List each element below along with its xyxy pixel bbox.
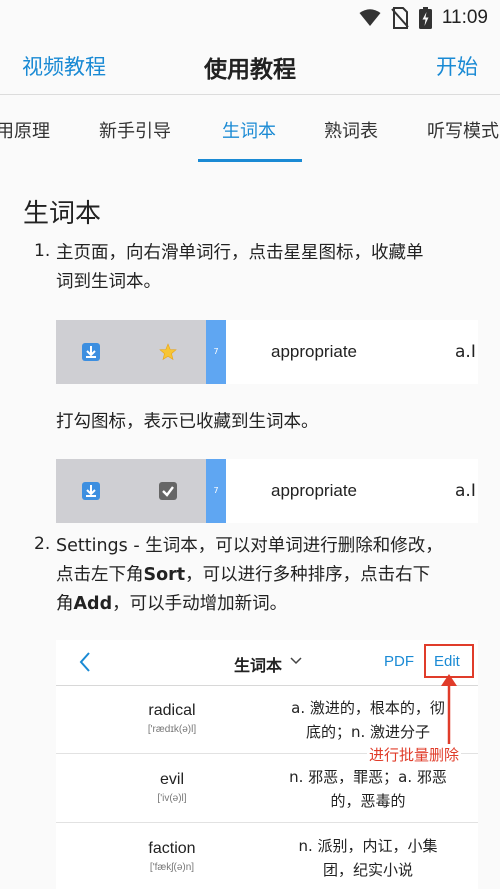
step-1-line-1: 主页面，向右滑单词行，点击星星图标，收藏单 [56,243,424,263]
chevron-down-icon [290,657,302,665]
vocab-phonetic: ['iv(ə)l] [157,793,187,804]
sort-keyword: Sort [143,565,186,585]
star-icon [159,343,177,361]
step-2-line-3-pre: 角 [56,594,74,614]
clock: 11:09 [441,7,488,28]
page-title: 使用教程 [204,57,296,83]
caption-text: 打勾图标，表示已收藏到生词本。 [56,412,319,432]
start-button[interactable]: 开始 [436,51,478,81]
vocab-word: radical [148,702,196,719]
status-bar: 11:09 [0,0,500,36]
add-keyword: Add [73,594,113,614]
vocab-title[interactable]: 生词本 [234,652,282,676]
row-badge: 7 [206,320,226,384]
tab-dictation-mode[interactable]: 听写模式 [427,117,499,143]
tab-principle[interactable]: 用原理 [0,117,50,143]
step-1-line-2: 词到生词本。 [56,272,161,292]
status-icons: 11:09 [359,6,488,30]
swipe-actions-panel [56,320,206,384]
row-definition: a.I [455,481,476,501]
demo-swipe-row-checked: 7 appropriate a.I [56,459,478,523]
tab-vocabulary-book[interactable]: 生词本 [222,117,276,143]
step-1-text: 主页面，向右滑单词行，点击星星图标，收藏单 词到生词本。 [56,239,468,297]
vocab-phonetic: ['rædɪk(ə)l] [147,724,197,735]
step-2-line-2-post: ，可以进行多种排序，点击右下 [185,565,431,585]
pdf-button[interactable]: PDF [384,653,414,670]
step-2-line-3: 角Add，可以手动增加新词。 [56,590,476,619]
step-2-number: 2. [34,534,51,554]
vocab-definition: n. 派别，内讧，小集 团，纪实小说 [268,834,468,882]
active-tab-indicator [198,159,302,162]
app-header: 视频教程 使用教程 开始 [0,36,500,94]
demo-swipe-row-star: 7 appropriate a.I [56,320,478,384]
checkbox-icon [159,482,177,500]
step-2-line-3-post: ，可以手动增加新词。 [112,594,288,614]
wifi-icon [359,9,381,26]
section-title: 生词本 [23,199,102,229]
row-word: appropriate [271,481,358,500]
batch-delete-annotation: 进行批量删除 [367,744,462,765]
vocab-word: evil [159,771,184,788]
edit-button[interactable]: Edit [434,653,460,670]
row-word: appropriate [271,342,358,361]
row-definition: a.I [455,342,476,362]
back-chevron-icon[interactable] [78,651,92,673]
step-2-line-2: 点击左下角Sort，可以进行多种排序，点击右下 [56,561,476,590]
tab-beginner-guide[interactable]: 新手引导 [99,117,171,143]
vocab-header: 生词本 PDF Edit [56,640,478,686]
row-badge: 7 [206,459,226,523]
tab-known-words[interactable]: 熟词表 [324,117,378,143]
step-2-text: Settings - 生词本，可以对单词进行删除和修改， 点击左下角Sort，可… [56,532,476,619]
vocab-row[interactable]: evil ['iv(ə)l] n. 邪恶，罪恶；a. 邪恶 的，恶毒的 [56,755,478,823]
no-sim-icon [391,7,409,29]
swipe-actions-panel [56,459,206,523]
def-line-2: 的，恶毒的 [330,792,406,810]
download-icon [82,482,100,500]
vocab-word: faction [148,840,196,857]
step-1-number: 1. [34,241,51,261]
vocab-definition: n. 邪恶，罪恶；a. 邪恶 的，恶毒的 [268,765,468,813]
def-line-1: n. 邪恶，罪恶；a. 邪恶 [289,768,447,786]
download-icon [82,343,100,361]
step-2-line-2-pre: 点击左下角 [56,565,144,585]
vocab-phonetic: ['fækʃ(ə)n] [149,862,195,873]
tutorial-content: 生词本 1. 主页面，向右滑单词行，点击星星图标，收藏单 词到生词本。 7 ap… [0,163,500,889]
tab-bar: 用原理 新手引导 生词本 熟词表 听写模式 [0,95,500,163]
red-arrow-icon [441,674,457,744]
battery-charging-icon [418,7,432,29]
def-line-1: n. 派别，内讧，小集 [298,837,438,855]
step-2-line-1: Settings - 生词本，可以对单词进行删除和修改， [56,536,443,556]
def-line-2: 团，纪实小说 [322,861,413,879]
vocab-row[interactable]: faction ['fækʃ(ə)n] n. 派别，内讧，小集 团，纪实小说 [56,824,478,889]
